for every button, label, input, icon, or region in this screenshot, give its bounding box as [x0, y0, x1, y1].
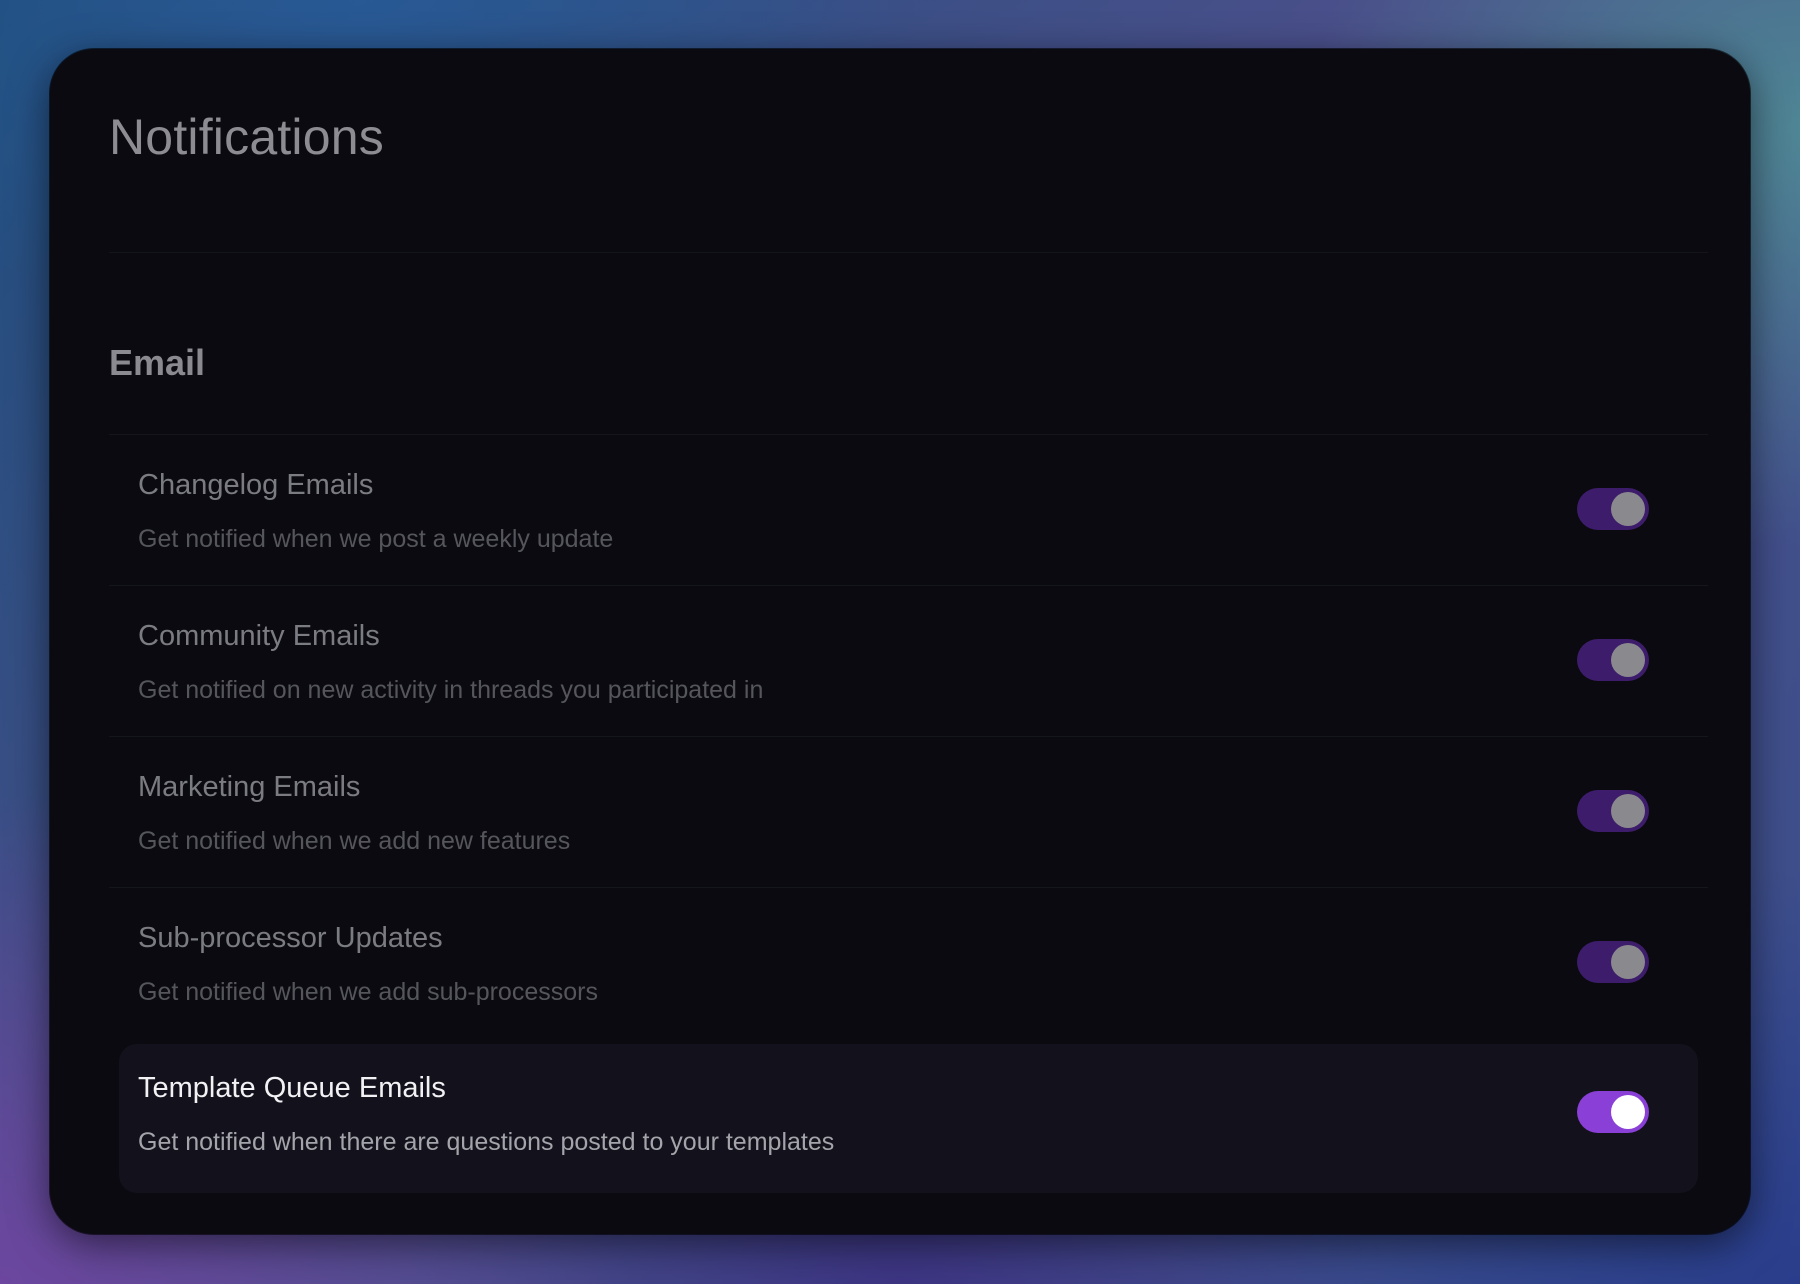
setting-title: Sub-processor Updates [138, 922, 443, 954]
setting-description: Get notified when we add sub-processors [138, 978, 598, 1006]
setting-title: Marketing Emails [138, 771, 361, 803]
setting-title: Template Queue Emails [138, 1072, 446, 1104]
setting-title: Changelog Emails [138, 469, 374, 501]
toggle-knob [1611, 945, 1645, 979]
setting-row-changelog-emails: Changelog Emails Get notified when we po… [109, 434, 1708, 585]
community-emails-toggle[interactable] [1577, 639, 1649, 681]
setting-description: Get notified on new activity in threads … [138, 676, 764, 704]
setting-row-template-queue-emails: Template Queue Emails Get notified when … [119, 1044, 1698, 1193]
setting-row-marketing-emails: Marketing Emails Get notified when we ad… [109, 736, 1708, 887]
marketing-emails-toggle[interactable] [1577, 790, 1649, 832]
section-title-email: Email [109, 342, 206, 383]
toggle-knob [1611, 794, 1645, 828]
setting-description: Get notified when we post a weekly updat… [138, 525, 614, 553]
toggle-knob [1611, 643, 1645, 677]
email-settings-list: Changelog Emails Get notified when we po… [109, 434, 1708, 1193]
page-title: Notifications [109, 109, 384, 165]
changelog-emails-toggle[interactable] [1577, 488, 1649, 530]
toggle-knob [1611, 492, 1645, 526]
setting-row-sub-processor-updates: Sub-processor Updates Get notified when … [109, 887, 1708, 1038]
template-queue-emails-toggle[interactable] [1577, 1091, 1649, 1133]
notifications-panel: Notifications Email Changelog Emails Get… [50, 49, 1750, 1234]
setting-description: Get notified when there are questions po… [138, 1128, 835, 1156]
setting-row-community-emails: Community Emails Get notified on new act… [109, 585, 1708, 736]
toggle-knob [1611, 1095, 1645, 1129]
setting-description: Get notified when we add new features [138, 827, 571, 855]
sub-processor-updates-toggle[interactable] [1577, 941, 1649, 983]
setting-title: Community Emails [138, 620, 380, 652]
divider [109, 252, 1708, 253]
